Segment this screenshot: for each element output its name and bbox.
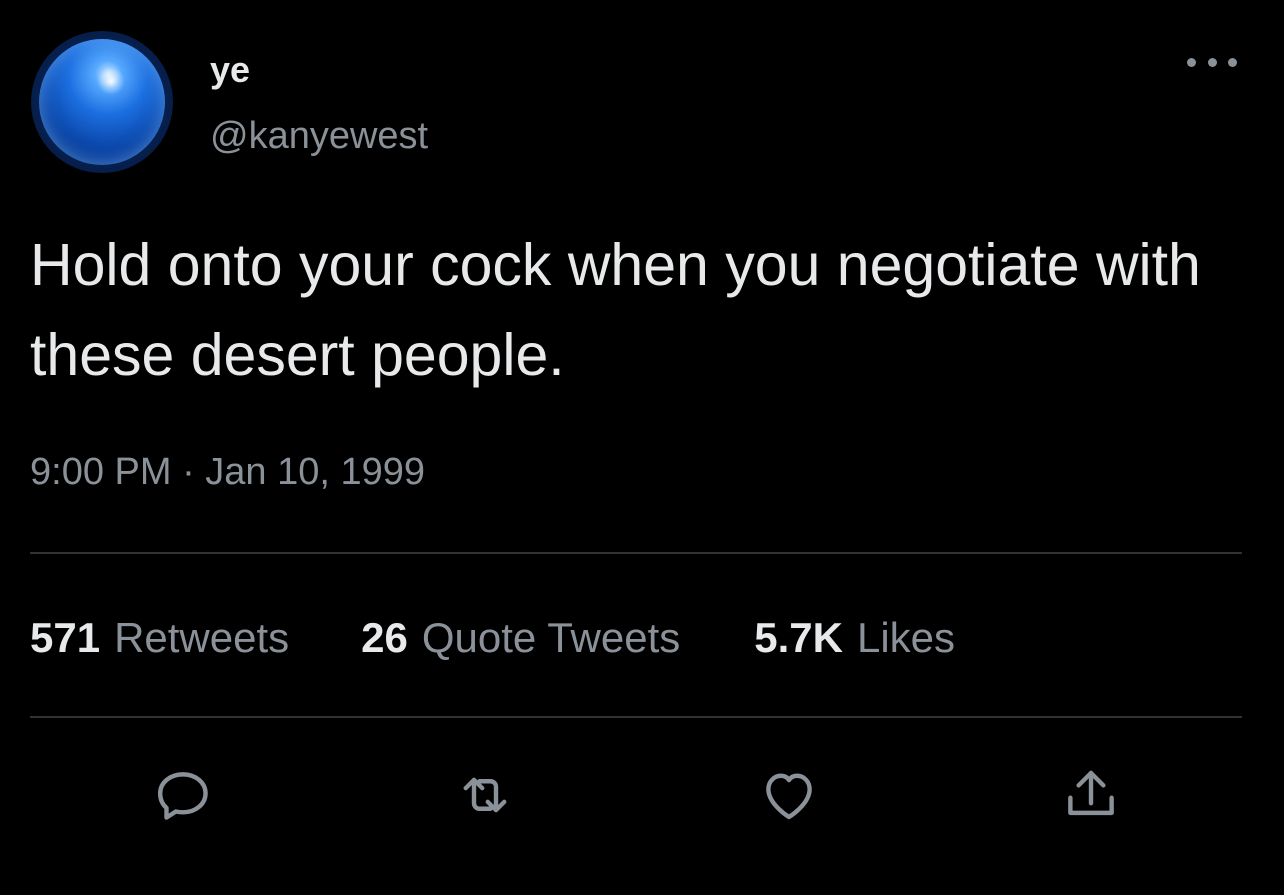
- avatar[interactable]: [31, 31, 173, 173]
- more-dot: [1207, 57, 1217, 67]
- display-name[interactable]: ye: [210, 50, 250, 90]
- quote-tweets-count: 26: [361, 614, 408, 661]
- retweets-label: Retweets: [114, 614, 290, 661]
- avatar-highlight: [97, 67, 125, 95]
- divider: [30, 552, 1242, 554]
- more-options-icon[interactable]: [1187, 52, 1237, 72]
- divider: [30, 716, 1242, 718]
- retweets-stat[interactable]: 571 Retweets: [30, 612, 289, 664]
- share-icon: [1068, 770, 1114, 816]
- engagement-stats: 571 Retweets 26 Quote Tweets 5.7K Likes: [30, 612, 955, 664]
- user-handle[interactable]: @kanyewest: [210, 114, 428, 158]
- like-icon: [766, 773, 812, 820]
- tweet-text: Hold onto your cock when you negotiate w…: [30, 232, 1201, 388]
- retweet-icon: [463, 777, 507, 813]
- likes-label: Likes: [856, 614, 956, 661]
- likes-count: 5.7K: [754, 614, 843, 661]
- likes-stat[interactable]: 5.7K Likes: [754, 612, 955, 664]
- more-dot: [1187, 57, 1196, 67]
- reply-icon: [157, 772, 208, 820]
- action-bar: [0, 760, 1284, 830]
- more-dot: [1228, 57, 1237, 67]
- retweets-count: 571: [30, 614, 101, 661]
- quote-tweets-stat[interactable]: 26 Quote Tweets: [361, 612, 680, 664]
- quote-tweets-label: Quote Tweets: [421, 614, 681, 661]
- share-button[interactable]: [1056, 760, 1126, 830]
- tweet-timestamp[interactable]: 9:00 PM · Jan 10, 1999: [30, 449, 425, 495]
- reply-button[interactable]: [148, 760, 218, 830]
- retweet-button[interactable]: [450, 760, 520, 830]
- avatar-image: [39, 39, 165, 165]
- like-button[interactable]: [754, 760, 824, 830]
